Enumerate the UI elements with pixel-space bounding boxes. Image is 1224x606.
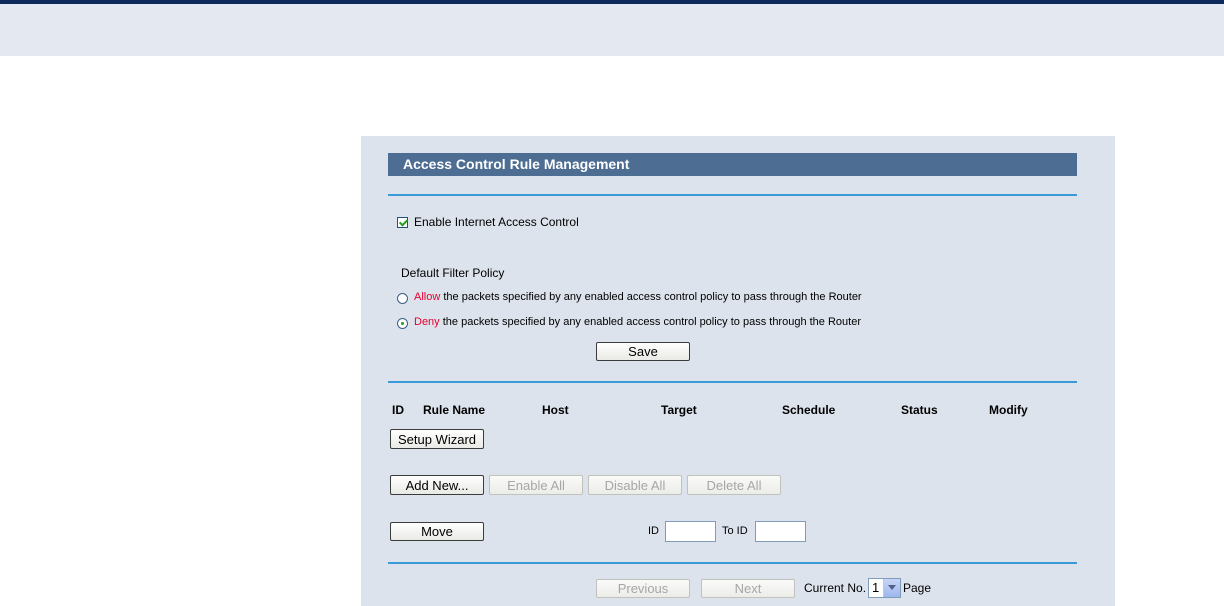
move-to-id-label: To ID [722,525,748,537]
deny-radio[interactable] [397,318,408,329]
checkmark-icon [398,217,409,227]
deny-keyword: Deny [414,316,440,328]
move-id-input[interactable] [665,521,716,542]
header-bar [0,4,1224,56]
column-header-target: Target [661,403,697,417]
enable-access-control-checkbox[interactable] [397,217,409,228]
next-button[interactable]: Next [701,579,795,598]
move-to-id-input[interactable] [755,521,806,542]
column-header-id: ID [392,403,404,417]
current-page-label: Current No. [804,581,867,595]
page-title: Access Control Rule Management [388,153,1077,176]
column-header-modify: Modify [989,403,1028,417]
default-filter-policy-heading: Default Filter Policy [401,266,505,280]
allow-keyword: Allow [414,291,441,303]
page-select[interactable]: 1 [868,578,901,598]
move-id-label: ID [648,525,659,537]
divider [388,194,1077,196]
allow-radio[interactable] [397,293,408,304]
deny-option-text: the packets specified by any enabled acc… [439,316,861,328]
chevron-down-icon[interactable] [883,579,900,597]
enable-all-button[interactable]: Enable All [489,475,583,495]
column-header-rule-name: Rule Name [423,403,486,417]
column-header-schedule: Schedule [782,403,836,417]
column-header-status: Status [901,403,938,417]
enable-access-control-label: Enable Internet Access Control [414,215,579,229]
divider [388,381,1077,383]
save-button[interactable]: Save [596,342,690,361]
move-button[interactable]: Move [390,522,484,541]
page-select-value: 1 [872,580,880,595]
allow-option-label: Allow the packets specified by any enabl… [414,291,862,303]
disable-all-button[interactable]: Disable All [588,475,682,495]
allow-option-text: the packets specified by any enabled acc… [440,291,862,303]
add-new-button[interactable]: Add New... [390,475,484,495]
previous-button[interactable]: Previous [596,579,690,598]
column-header-host: Host [542,403,569,417]
radio-selected-dot [401,322,404,325]
delete-all-button[interactable]: Delete All [687,475,781,495]
divider [388,562,1077,564]
setup-wizard-button[interactable]: Setup Wizard [390,429,484,449]
deny-option-label: Deny the packets specified by any enable… [414,316,861,328]
page-label: Page [903,581,932,595]
